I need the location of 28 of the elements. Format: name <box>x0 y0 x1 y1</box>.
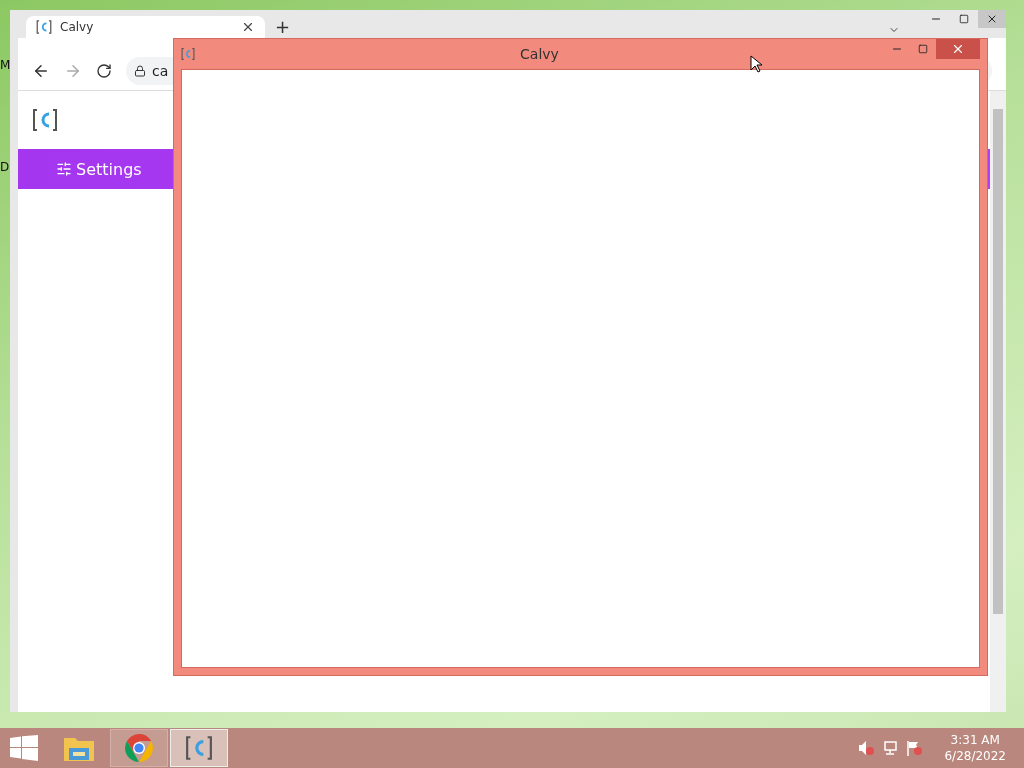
mouse-cursor-icon <box>750 55 762 73</box>
reload-icon[interactable] <box>96 63 112 79</box>
maximize-icon <box>918 44 928 54</box>
close-icon[interactable] <box>241 20 255 34</box>
tab-title: Calvy <box>60 20 95 34</box>
scrollbar[interactable] <box>990 91 1006 712</box>
close-button[interactable] <box>978 10 1006 28</box>
browser-logo-icon <box>124 733 154 763</box>
windows-logo-icon <box>10 735 38 761</box>
muted-speaker-icon[interactable] <box>858 740 875 756</box>
flag-icon[interactable] <box>906 740 923 756</box>
new-tab-button[interactable]: + <box>275 16 291 38</box>
sliders-icon <box>56 161 72 177</box>
maximize-icon <box>959 14 969 24</box>
back-icon[interactable] <box>32 62 50 80</box>
lock-icon <box>134 65 146 77</box>
nav-link[interactable]: Settings <box>56 159 142 179</box>
network-icon[interactable] <box>882 740 899 756</box>
calvy-logo-icon <box>185 734 213 762</box>
close-icon <box>951 42 965 56</box>
desktop-icon-label: M <box>0 58 11 72</box>
close-icon <box>986 13 998 25</box>
window-title: Calvy <box>519 46 560 62</box>
desktop-icon-label: D <box>0 160 10 174</box>
calvy-logo-icon <box>181 47 195 61</box>
calvy-logo-icon <box>32 107 58 133</box>
calvy-logo-icon <box>36 19 52 35</box>
browser-tab[interactable]: Calvy <box>26 16 265 38</box>
